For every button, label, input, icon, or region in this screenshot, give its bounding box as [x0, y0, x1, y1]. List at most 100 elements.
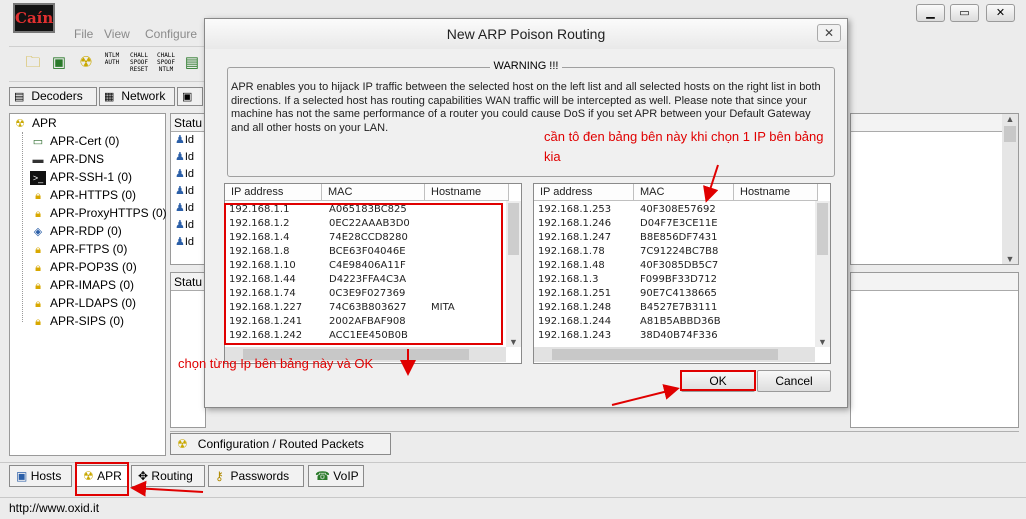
user-icon: ♟: [175, 185, 185, 197]
host-ip: 192.168.1.253: [538, 204, 612, 215]
tree-item-apr-ssh[interactable]: >_ APR-SSH-1 (0): [30, 168, 132, 186]
host-row[interactable]: 192.168.1.246 D04F7E3CE11E: [534, 217, 815, 231]
tree-item-apr-dns[interactable]: ▬ APR-DNS: [30, 150, 105, 168]
scroll-thumb[interactable]: [552, 349, 778, 360]
scroll-thumb[interactable]: [508, 203, 519, 255]
tree-item-label: APR-LDAPS (0): [50, 296, 137, 310]
host-mac: F099BF33D712: [640, 274, 717, 285]
tab-hosts[interactable]: ▣ Hosts: [9, 465, 72, 487]
host-row[interactable]: 192.168.1.248 B4527E7B3111: [534, 301, 815, 315]
status-row: ♟Id: [175, 149, 205, 166]
status-row-text: Id: [184, 236, 195, 248]
tab-network[interactable]: ▦ Network: [99, 87, 175, 106]
tree-item-apr-imaps[interactable]: 🔒︎ APR-IMAPS (0): [30, 276, 134, 294]
certificate-icon: ▭: [32, 135, 44, 148]
host-mac: B4527E7B3111: [640, 302, 718, 313]
tab-voip[interactable]: ☎ VoIP: [308, 465, 364, 487]
tree-item-label: APR-IMAPS (0): [50, 278, 135, 292]
status-bar-text: http://www.oxid.it: [9, 501, 100, 515]
scroll-down-icon[interactable]: ▼: [506, 337, 521, 347]
menu-view[interactable]: View: [104, 27, 130, 41]
right-pane-scrollbar[interactable]: ▲ ▼: [1002, 114, 1018, 264]
column-header-hostname[interactable]: Hostname: [425, 184, 509, 201]
host-row[interactable]: 192.168.1.78 7C91224BC7B8: [534, 245, 815, 259]
warning-label-text: WARNING !!!: [489, 60, 563, 72]
status-row: ♟Id: [175, 217, 205, 234]
menu-configure[interactable]: Configure: [145, 27, 197, 41]
tab-decoders[interactable]: ▤ Decoders: [9, 87, 97, 106]
menu-file[interactable]: File: [74, 27, 93, 41]
user-icon: ♟: [175, 202, 185, 214]
tab-configuration-routed-packets[interactable]: ☢ Configuration / Routed Packets: [170, 433, 391, 455]
host-row[interactable]: 192.168.1.243 38D40B74F336: [534, 329, 815, 343]
tab-passwords[interactable]: ⚷ Passwords: [208, 465, 304, 487]
right-list-vscroll[interactable]: ▼: [815, 201, 830, 347]
tree-item-apr-ftps[interactable]: 🔒︎ APR-FTPS (0): [30, 240, 127, 258]
host-row[interactable]: 192.168.1.251 90E7C4138665: [534, 287, 815, 301]
screen-icon[interactable]: ▤: [181, 52, 203, 74]
tree-item-label: APR-ProxyHTTPS (0): [50, 206, 167, 220]
host-mac: 38D40B74F336: [640, 330, 718, 341]
host-row[interactable]: 192.168.1.3 F099BF33D712: [534, 273, 815, 287]
tree-item-apr-ldaps[interactable]: 🔒︎ APR-LDAPS (0): [30, 294, 136, 312]
tree-item-apr-rdp[interactable]: ◈ APR-RDP (0): [30, 222, 122, 240]
tab-decoders-label: Decoders: [31, 89, 83, 103]
tree-item-apr-sips[interactable]: 🔒︎ APR-SIPS (0): [30, 312, 124, 330]
host-row[interactable]: 192.168.1.48 40F3085DB5C7: [534, 259, 815, 273]
key-icon: ⚷: [215, 469, 224, 483]
apr-tree: ☢ APR ▭ APR-Cert (0) ▬ APR-DNS >_ APR-SSH-1 …: [9, 113, 167, 456]
tree-item-apr-pop3s[interactable]: 🔒︎ APR-POP3S (0): [30, 258, 137, 276]
status-pane-bottom: Statu: [170, 272, 206, 428]
restore-button[interactable]: ▭: [950, 4, 979, 22]
tree-item-label: APR-SIPS (0): [50, 314, 125, 328]
status-row: ♟Id: [175, 166, 205, 183]
right-list-hscroll[interactable]: [534, 347, 815, 362]
tree-item-label: APR-POP3S (0): [50, 260, 137, 274]
routing-icon: ✥: [138, 469, 149, 483]
column-header-hostname[interactable]: Hostname: [734, 184, 818, 201]
dialog-close-button[interactable]: ✕: [817, 24, 841, 42]
host-ip: 192.168.1.78: [538, 246, 605, 257]
column-header-ip[interactable]: IP address: [534, 184, 634, 201]
chall-spoof-ntlm-button[interactable]: CHALL SPOOF NTLM: [155, 52, 177, 73]
right-pane-top: ▲ ▼: [850, 113, 1019, 265]
open-folder-icon[interactable]: 🗀: [22, 52, 44, 74]
ntlm-auth-button[interactable]: NTLM AUTH: [101, 52, 123, 66]
host-ip: 192.168.1.3: [538, 274, 599, 285]
tree-item-apr-cert[interactable]: ▭ APR-Cert (0): [30, 132, 120, 150]
status-header-bottom: Statu: [171, 273, 205, 291]
tab-routing[interactable]: ✥ Routing: [131, 465, 205, 487]
cancel-button[interactable]: Cancel: [757, 370, 831, 392]
scroll-thumb[interactable]: [1004, 126, 1016, 142]
radiation-icon[interactable]: ☢: [75, 52, 97, 74]
scroll-up-icon[interactable]: ▲: [1002, 114, 1018, 124]
left-list-vscroll[interactable]: ▼: [506, 201, 521, 347]
host-mac: 90E7C4138665: [640, 288, 717, 299]
status-row-text: Id: [184, 168, 195, 180]
tab-sniffer[interactable]: ▣: [177, 87, 203, 106]
tree-item-label: APR-SSH-1 (0): [50, 170, 133, 184]
chall-spoof-reset-button[interactable]: CHALL SPOOF RESET: [128, 52, 150, 73]
scroll-down-icon[interactable]: ▼: [815, 337, 830, 347]
scroll-thumb[interactable]: [817, 203, 828, 255]
tree-item-apr-https[interactable]: 🔒︎ APR-HTTPS (0): [30, 186, 136, 204]
tree-item-apr-proxyhttps[interactable]: 🔒︎ APR-ProxyHTTPS (0): [30, 204, 167, 222]
column-header-ip[interactable]: IP address: [225, 184, 322, 201]
host-row[interactable]: 192.168.1.253 40F308E57692: [534, 203, 815, 217]
scroll-down-icon[interactable]: ▼: [1002, 254, 1018, 264]
minimize-button[interactable]: ▁: [916, 4, 945, 22]
host-mac: 40F3085DB5C7: [640, 260, 719, 271]
host-row[interactable]: 192.168.1.247 B8E856DF7431: [534, 231, 815, 245]
column-header-mac[interactable]: MAC: [322, 184, 425, 201]
column-header-mac[interactable]: MAC: [634, 184, 734, 201]
close-button[interactable]: ✕: [986, 4, 1015, 22]
network-icon: ▦: [104, 91, 115, 103]
network-adapter-icon[interactable]: ▣: [48, 52, 70, 74]
tree-root-apr[interactable]: ☢ APR: [12, 114, 57, 132]
status-bar: http://www.oxid.it: [0, 497, 1026, 519]
right-host-list[interactable]: IP address MAC Hostname 192.168.1.253 40F…: [533, 183, 831, 364]
lock-icon: 🔒︎: [35, 279, 41, 292]
host-row[interactable]: 192.168.1.244 A81B5ABBD36B: [534, 315, 815, 329]
terminal-icon: >_: [30, 170, 46, 185]
user-icon: ♟: [175, 219, 185, 231]
